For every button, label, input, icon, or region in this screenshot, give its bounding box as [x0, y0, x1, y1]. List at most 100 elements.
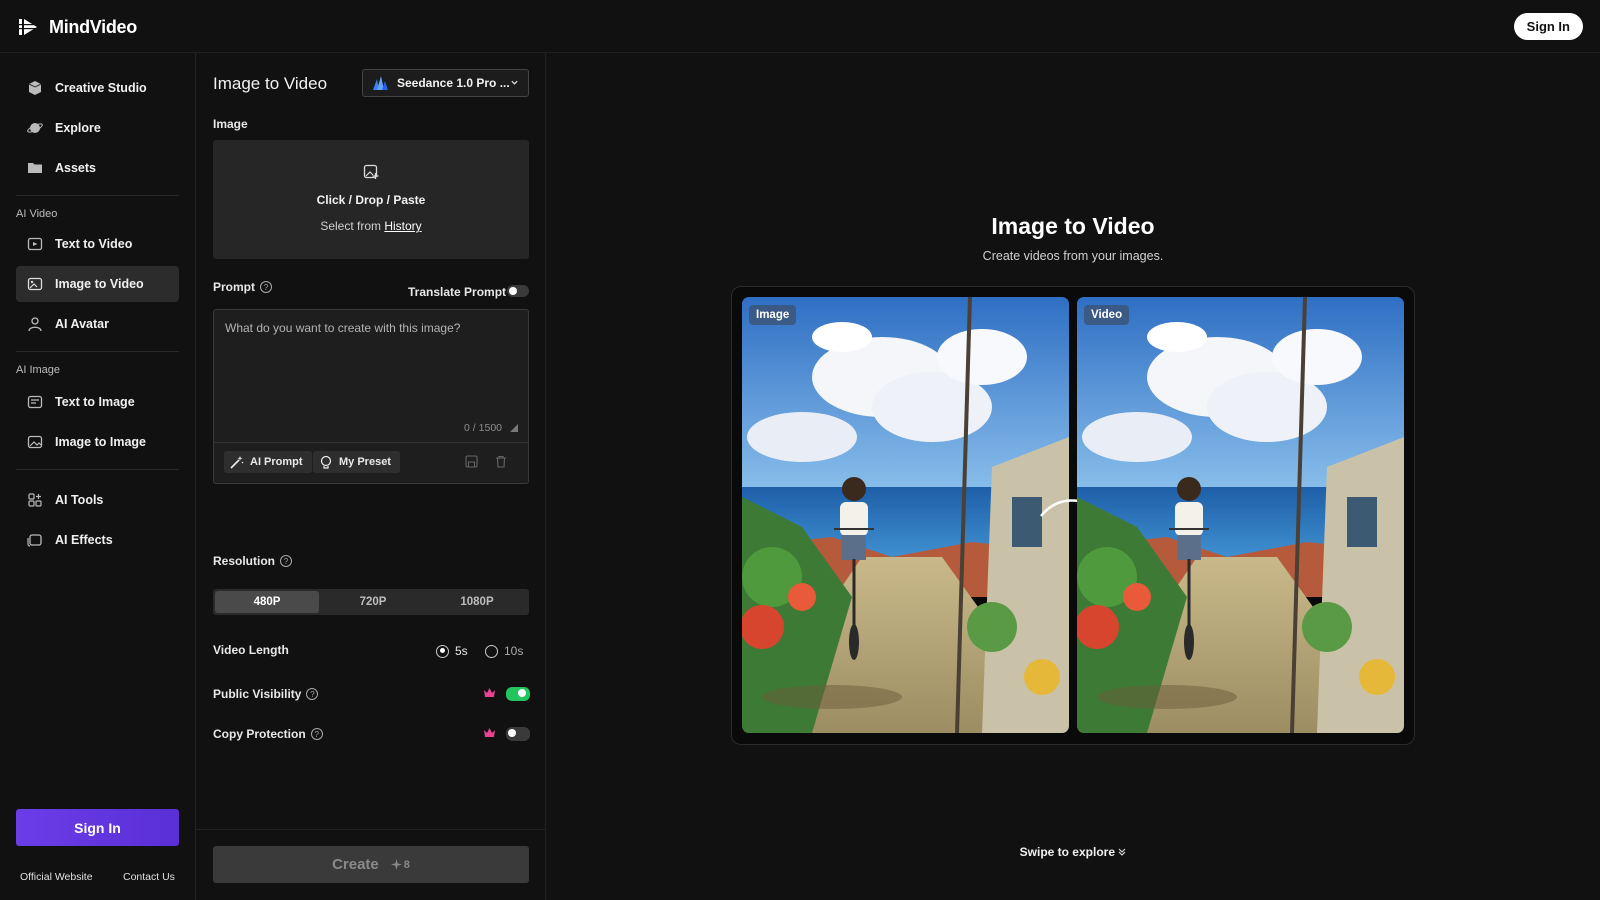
- help-icon[interactable]: ?: [260, 281, 272, 293]
- seedance-logo-icon: [373, 76, 388, 90]
- length-option-10s[interactable]: 10s: [485, 644, 523, 658]
- trash-icon[interactable]: [495, 455, 507, 468]
- official-website-link[interactable]: Official Website: [20, 871, 93, 883]
- text-image-icon: [27, 395, 43, 409]
- image-tag: Image: [749, 305, 797, 325]
- section-label-ai-image: AI Image: [16, 364, 61, 376]
- create-label: Create: [332, 856, 379, 873]
- public-visibility-label: Public Visibility?: [213, 687, 319, 701]
- my-preset-label: My Preset: [339, 456, 391, 468]
- dropzone-sub-text: Select from History: [213, 219, 529, 233]
- example-image: Image: [742, 297, 1069, 733]
- box-icon: [28, 81, 42, 95]
- chevron-down-icon: [511, 80, 518, 85]
- resolution-option-720p[interactable]: 720P: [321, 589, 425, 615]
- save-icon[interactable]: [465, 455, 478, 468]
- help-icon[interactable]: ?: [280, 555, 292, 567]
- prompt-label-text: Prompt: [213, 280, 255, 294]
- help-icon[interactable]: ?: [310, 728, 323, 740]
- translate-prompt-label: Translate Prompt: [408, 285, 507, 299]
- sidebar-item-label: Image to Video: [55, 277, 144, 291]
- resolution-option-480p[interactable]: 480P: [215, 591, 319, 613]
- sidebar-item-assets[interactable]: Assets: [16, 150, 179, 186]
- hero-subtitle: Create videos from your images.: [982, 249, 1164, 263]
- help-icon[interactable]: ?: [306, 688, 319, 700]
- public-visibility-label-text: Public Visibility: [213, 687, 302, 701]
- sidebar-item-label: AI Tools: [55, 493, 104, 507]
- sidebar-item-text-to-video[interactable]: Text to Video: [16, 226, 179, 262]
- sidebar-item-ai-avatar[interactable]: AI Avatar: [16, 306, 179, 342]
- copy-protection-toggle[interactable]: [506, 727, 530, 741]
- public-visibility-toggle[interactable]: [506, 687, 530, 701]
- resize-handle-icon[interactable]: [510, 424, 518, 432]
- example-scene-video: [1077, 297, 1404, 733]
- sidebar-divider: [16, 469, 179, 470]
- image-dropzone[interactable]: Click / Drop / Paste Select from History: [213, 140, 529, 259]
- example-scene-image: [742, 297, 1069, 733]
- create-button[interactable]: Create 8: [213, 846, 529, 883]
- radio-unchecked-icon: [485, 644, 498, 658]
- image-label: Image: [213, 117, 248, 131]
- section-label-ai-video: AI Video: [16, 208, 58, 220]
- create-cost: 8: [390, 859, 410, 871]
- ai-prompt-label: AI Prompt: [250, 456, 303, 468]
- panel-title: Image to Video: [213, 74, 328, 93]
- ai-prompt-button[interactable]: AI Prompt: [224, 451, 312, 473]
- prompt-char-count: 0 / 1500: [464, 422, 502, 434]
- double-chevron-down-icon: [1118, 848, 1126, 856]
- image-upload-icon: [363, 164, 379, 179]
- example-comparison-frame: Image Video: [731, 286, 1415, 745]
- sidebar-item-creative-studio[interactable]: Creative Studio: [16, 70, 179, 106]
- top-bar: MindVideo Sign In: [0, 0, 1600, 53]
- image-label-text: Image: [213, 117, 248, 131]
- history-link[interactable]: History: [384, 219, 421, 233]
- sidebar-item-image-to-image[interactable]: Image to Image: [16, 424, 179, 460]
- generation-panel: Image to Video Seedance 1.0 Pro ... Imag…: [196, 53, 546, 900]
- my-preset-button[interactable]: My Preset: [313, 451, 400, 473]
- text-video-icon: [27, 237, 43, 251]
- prompt-label: Prompt?: [213, 280, 272, 294]
- sidebar-divider: [16, 351, 179, 352]
- video-length-label: Video Length: [213, 643, 289, 657]
- effects-icon: [27, 534, 42, 547]
- hero-title: Image to Video: [991, 213, 1155, 239]
- sidebar-item-text-to-image[interactable]: Text to Image: [16, 384, 179, 420]
- sidebar-item-label: AI Effects: [55, 533, 113, 547]
- sidebar-item-label: Assets: [55, 161, 96, 175]
- video-tag: Video: [1084, 305, 1130, 325]
- grid-plus-icon: [28, 493, 42, 507]
- swipe-to-explore[interactable]: Swipe to explore: [546, 845, 1600, 859]
- prompt-input[interactable]: What do you want to create with this ima…: [213, 309, 529, 484]
- sidebar-item-label: AI Avatar: [55, 317, 109, 331]
- translate-prompt-toggle[interactable]: [507, 285, 529, 297]
- radio-checked-icon: [436, 644, 449, 658]
- dropzone-sub-prefix: Select from: [320, 219, 381, 233]
- brand-logo[interactable]: MindVideo: [17, 15, 137, 39]
- sidebar-item-ai-tools[interactable]: AI Tools: [16, 482, 179, 518]
- sidebar-item-explore[interactable]: Explore: [16, 110, 179, 146]
- example-video[interactable]: Video: [1077, 297, 1404, 733]
- sidebar-item-image-to-video[interactable]: Image to Video: [16, 266, 179, 302]
- resolution-option-1080p[interactable]: 1080P: [425, 589, 529, 615]
- sidebar-item-label: Explore: [55, 121, 101, 135]
- premium-crown-icon: [484, 728, 495, 737]
- sidebar-item-label: Text to Image: [55, 395, 135, 409]
- image-image-icon: [27, 435, 43, 449]
- swipe-label: Swipe to explore: [1019, 845, 1115, 859]
- contact-us-link[interactable]: Contact Us: [123, 871, 175, 883]
- dropzone-main-text: Click / Drop / Paste: [316, 193, 426, 207]
- copy-protection-label-text: Copy Protection: [213, 727, 306, 741]
- sidebar-item-label: Creative Studio: [55, 81, 147, 95]
- planet-icon: [27, 123, 43, 133]
- sidebar-sign-in-button[interactable]: Sign In: [16, 809, 179, 846]
- model-select[interactable]: Seedance 1.0 Pro ...: [362, 69, 529, 97]
- sidebar-item-ai-effects[interactable]: AI Effects: [16, 522, 179, 558]
- sidebar: Creative Studio Explore Assets AI Video …: [0, 53, 196, 900]
- credit-sparkle-icon: [390, 859, 402, 870]
- image-video-icon: [27, 277, 43, 291]
- length-option-5s[interactable]: 5s: [436, 644, 468, 658]
- sidebar-divider: [16, 195, 179, 196]
- length-option-label: 5s: [455, 644, 468, 658]
- prompt-toolbar-divider: [214, 442, 528, 443]
- header-sign-in-button[interactable]: Sign In: [1513, 13, 1583, 40]
